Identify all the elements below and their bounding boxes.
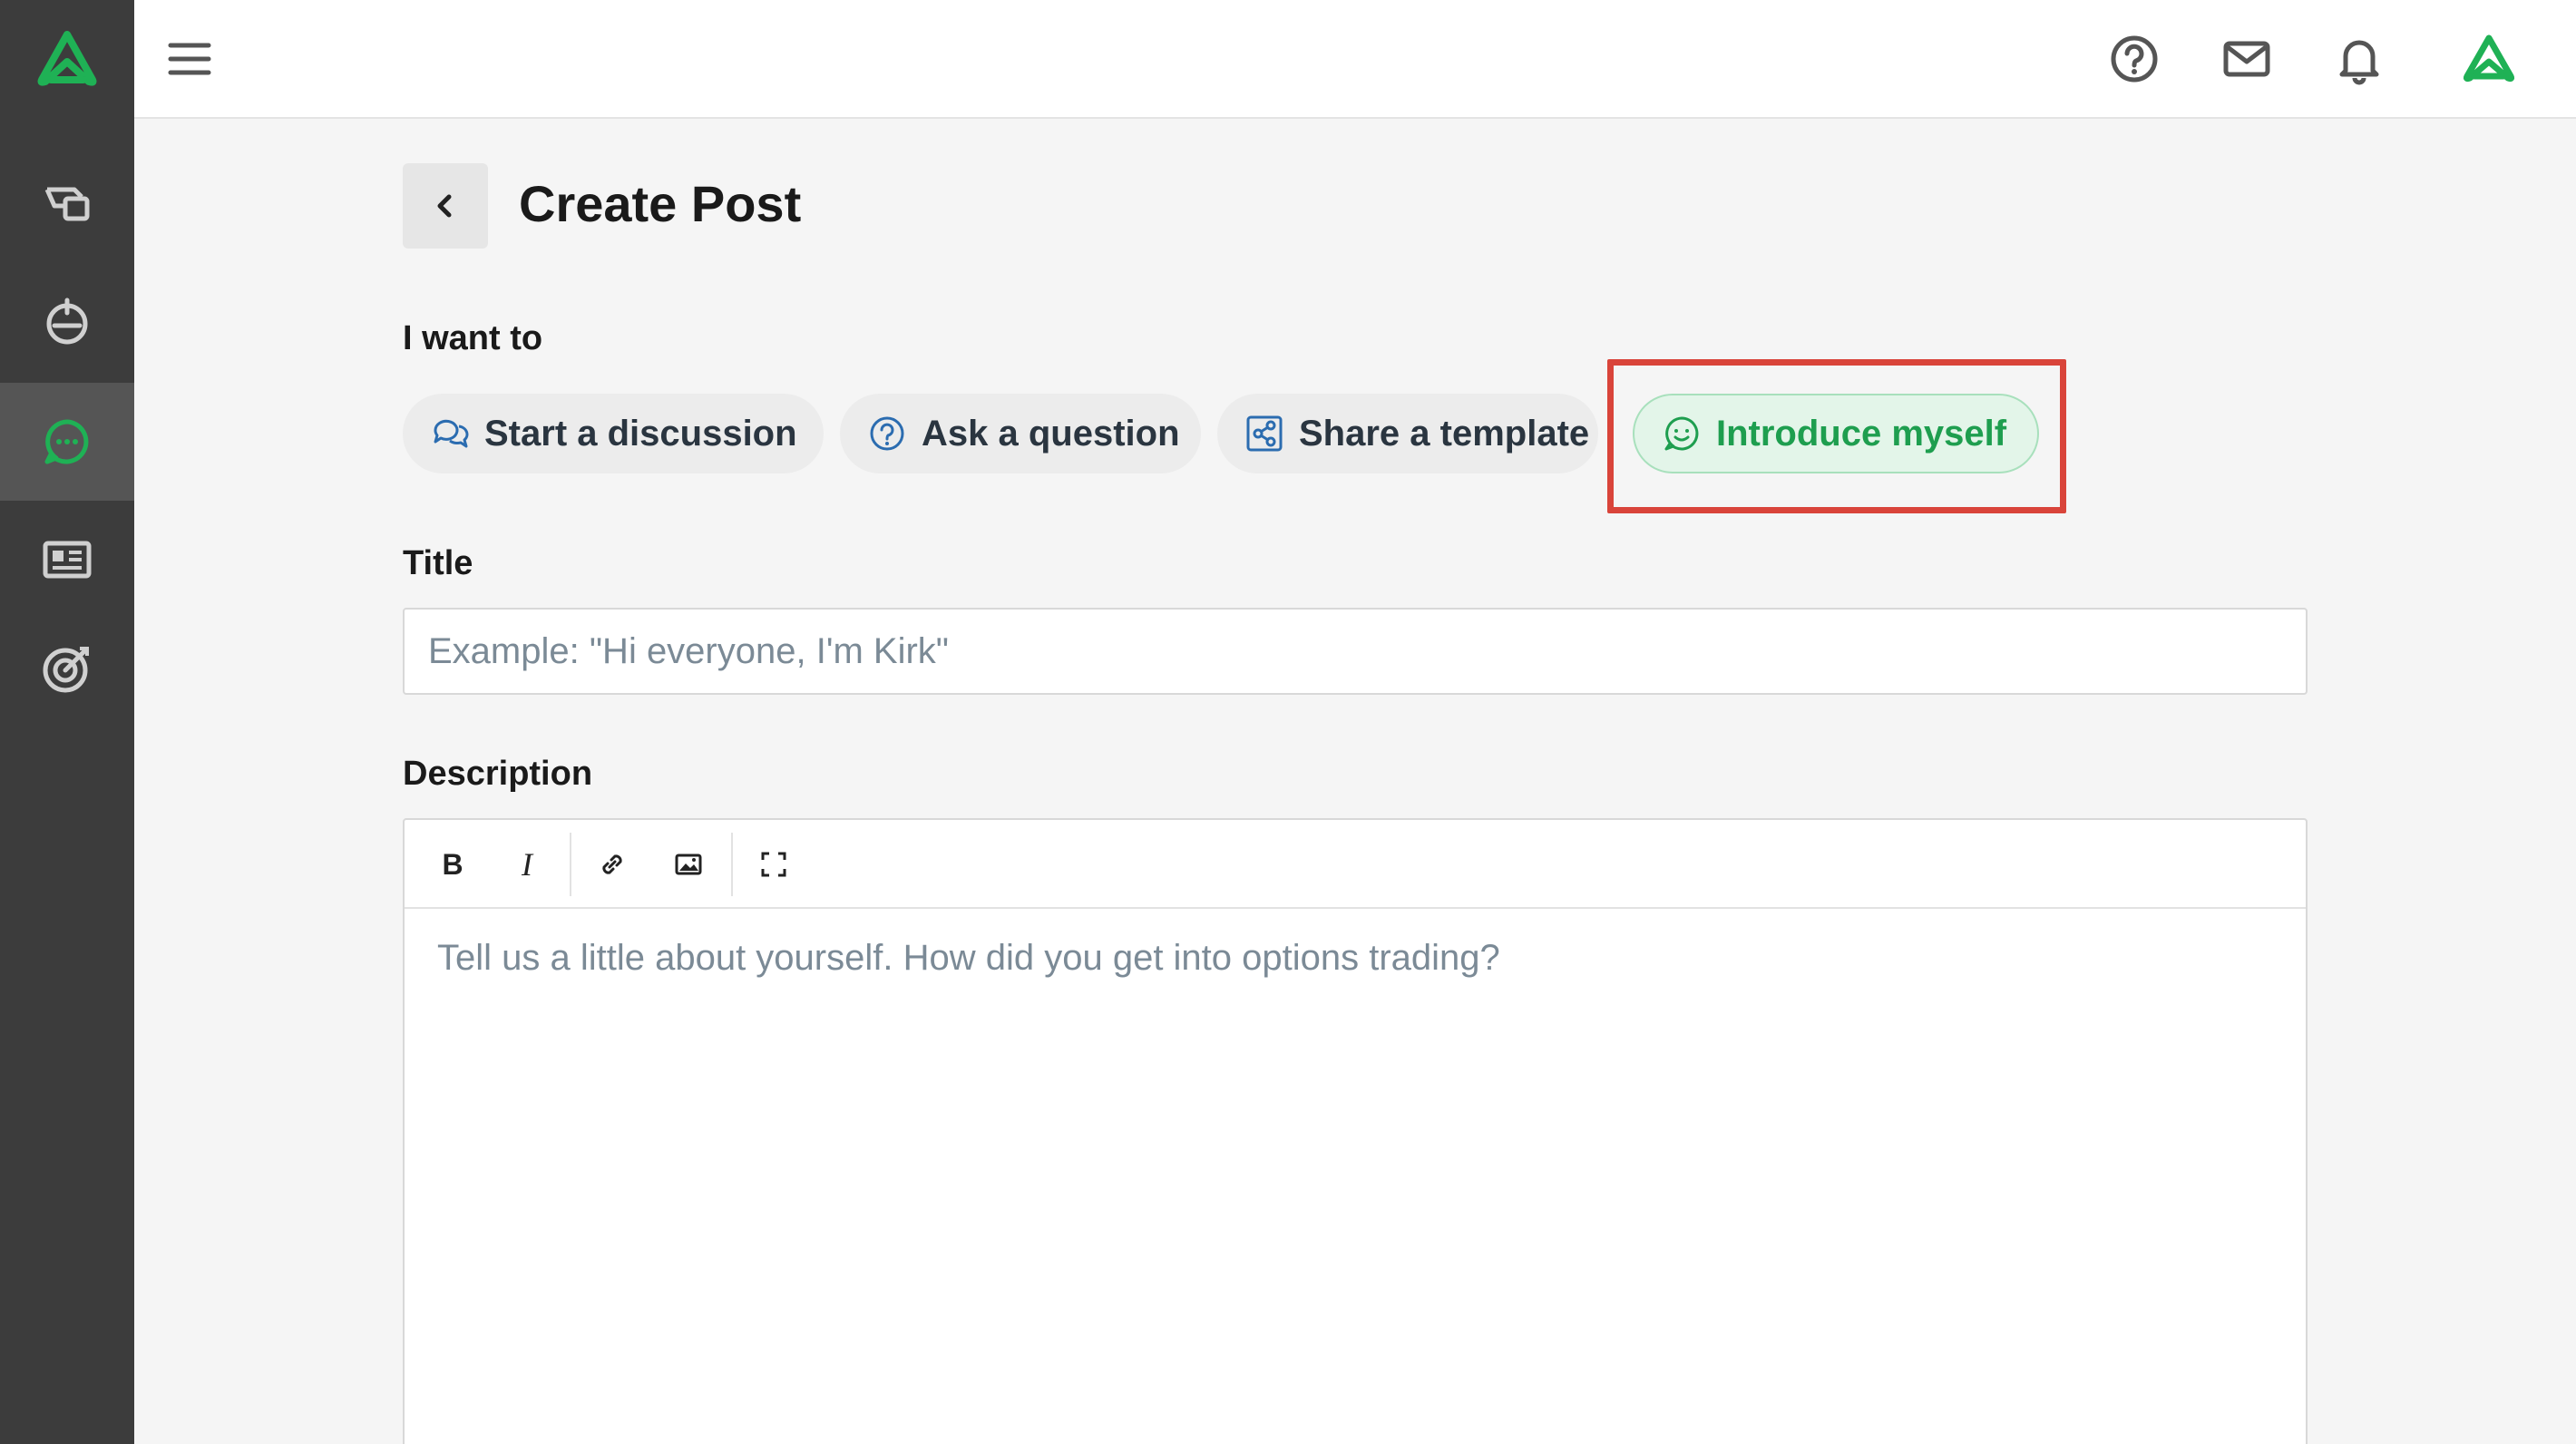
account-logo-icon[interactable] [2460,33,2518,85]
mail-icon[interactable] [2220,33,2273,85]
description-editor: B I Tell us a little about yourself. How… [403,818,2308,1444]
post-type-ask-question[interactable]: Ask a question [840,394,1201,473]
highlight-annotation [1607,359,2066,513]
top-bar [134,0,2576,119]
power-icon [46,298,88,345]
chip-label: Share a template [1299,413,1590,454]
image-icon [675,854,702,875]
link-icon [602,854,622,874]
toolbar-divider [570,833,571,896]
back-button[interactable] [403,163,488,249]
chip-label: Start a discussion [484,413,797,454]
help-icon[interactable] [2108,33,2161,85]
bold-button[interactable]: B [430,842,475,887]
description-label: Description [403,755,593,793]
italic-button[interactable]: I [504,842,550,887]
fullscreen-icon [761,852,786,877]
sidebar-item-power[interactable] [0,263,134,381]
target-icon [43,647,89,693]
link-button[interactable] [590,842,635,887]
hamburger-menu-icon[interactable] [167,36,212,82]
sidebar-item-community[interactable] [0,383,134,501]
page-title: Create Post [519,175,802,232]
app-root: Create Post I want to Start a discussion… [0,0,2576,1444]
toolbar-divider [731,833,733,896]
chevron-left-icon [437,194,452,218]
brand-logo-icon[interactable] [33,27,102,91]
editor-toolbar: B I [405,820,2306,909]
chat-dots-icon [44,419,89,464]
sidebar-item-news[interactable] [0,501,134,619]
title-label: Title [403,544,473,582]
chip-label: Ask a question [922,413,1180,454]
share-icon [1246,415,1283,452]
sidebar-item-courses[interactable] [0,143,134,261]
bell-icon[interactable] [2333,33,2386,85]
image-button[interactable] [666,842,711,887]
post-type-share-template[interactable]: Share a template [1217,394,1598,473]
sidebar-item-goals[interactable] [0,610,134,727]
post-type-label: I want to [403,319,543,357]
chat-bubbles-icon [434,419,469,448]
fullscreen-button[interactable] [751,842,796,887]
description-placeholder[interactable]: Tell us a little about yourself. How did… [437,938,1500,979]
post-type-start-discussion[interactable]: Start a discussion [403,394,824,473]
title-input[interactable] [403,608,2308,695]
layers-icon [44,187,90,221]
newspaper-icon [43,541,92,579]
question-circle-icon [870,416,904,451]
sidebar [0,0,134,1444]
